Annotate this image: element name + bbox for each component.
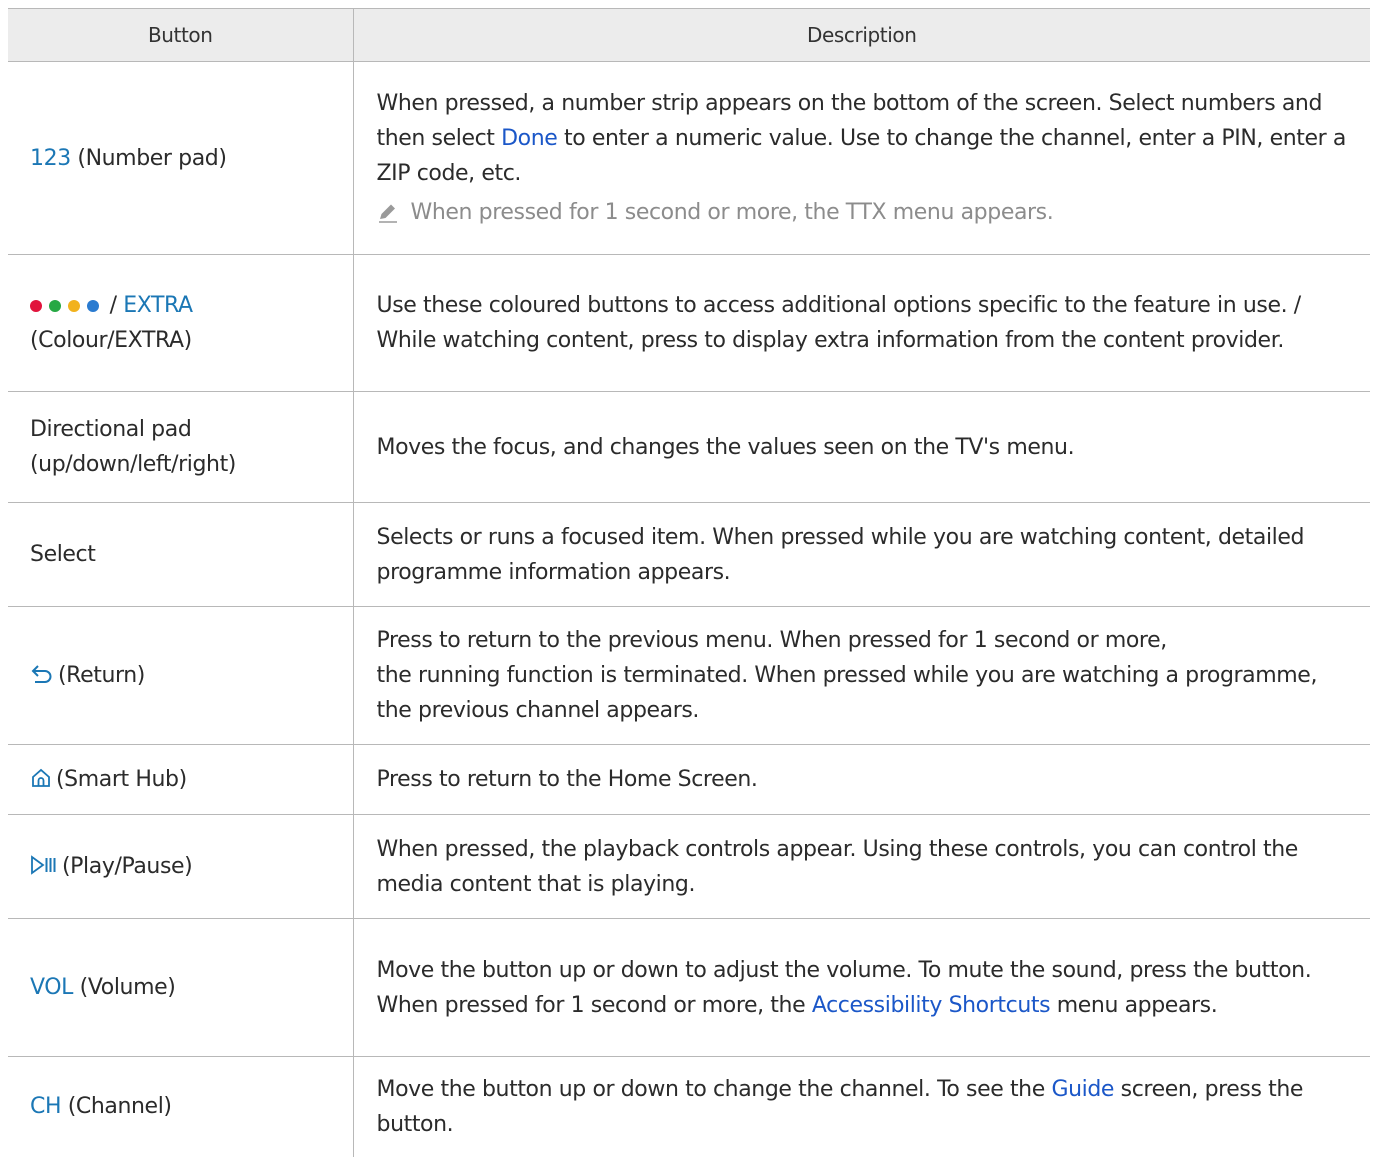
note: When pressed for 1 second or more, the T… [377, 195, 1351, 230]
done-link: Done [501, 126, 558, 151]
key-label: VOL [30, 975, 74, 1000]
button-cell: (Smart Hub) [8, 744, 354, 815]
description-cell: Move the button up or down to adjust the… [353, 918, 1370, 1057]
manual-page: Button Description 123 (Number pad) When… [0, 0, 1373, 1157]
button-cell: / EXTRA (Colour/EXTRA) [8, 254, 354, 392]
colour-dots [30, 300, 99, 312]
pencil-icon [378, 204, 397, 223]
button-cell: (Play/Pause) [8, 814, 354, 919]
button-cell: VOL (Volume) [8, 918, 354, 1057]
description-cell: Press to return to the previous menu. Wh… [353, 606, 1370, 745]
remote-buttons-table: Button Description 123 (Number pad) When… [8, 8, 1370, 1157]
key-name: (Number pad) [70, 145, 227, 171]
table-row: VOL (Volume) Move the button up or down … [8, 918, 1370, 1057]
note-text: When pressed for 1 second or more, the T… [410, 200, 1054, 225]
table-row: CH (Channel) Move the button up or down … [8, 1056, 1370, 1157]
table-row: Select Selects or runs a focused item. W… [8, 502, 1370, 607]
button-cell: Select [8, 502, 354, 607]
description-cell: Moves the focus, and changes the values … [353, 391, 1370, 503]
green-dot-icon [49, 300, 61, 312]
home-icon [32, 768, 50, 787]
play-pause-icon [31, 855, 56, 875]
guide-link: Guide [1051, 1076, 1115, 1102]
table-row: (Return) Press to return to the previous… [8, 606, 1370, 745]
description-cell: Selects or runs a focused item. When pre… [353, 502, 1370, 607]
table-row: Directional pad (up/down/left/right) Mov… [8, 391, 1370, 503]
red-dot-icon [30, 300, 42, 312]
description-text: When pressed, a number strip appears on … [376, 91, 1347, 186]
button-cell: Directional pad (up/down/left/right) [8, 391, 354, 503]
button-cell: CH (Channel) [8, 1056, 354, 1157]
yellow-dot-icon [68, 300, 80, 312]
table-row: (Smart Hub) Press to return to the Home … [8, 744, 1370, 815]
key-label: 123 [30, 145, 71, 171]
table-header-row: Button Description [8, 8, 1370, 62]
button-cell: (Return) [8, 606, 354, 745]
table-row: (Play/Pause) When pressed, the playback … [8, 814, 1370, 919]
description-cell: Use these coloured buttons to access add… [353, 254, 1370, 392]
key-name: (Channel) [61, 1094, 172, 1120]
table-row: / EXTRA (Colour/EXTRA) Use these coloure… [8, 254, 1370, 392]
key-label: EXTRA [123, 293, 193, 318]
header-description: Description [353, 8, 1370, 62]
key-name: (Smart Hub) [56, 767, 187, 792]
table-row: 123 (Number pad) When pressed, a number … [8, 61, 1370, 255]
description-cell: When pressed, a number strip appears on … [353, 61, 1370, 255]
description-cell: When pressed, the playback controls appe… [353, 814, 1370, 919]
key-label: CH [30, 1094, 62, 1120]
return-icon [31, 665, 52, 683]
button-cell: 123 (Number pad) [8, 61, 354, 255]
key-name: (up/down/left/right) [30, 452, 236, 477]
key-name: (Volume) [73, 975, 176, 1000]
accessibility-shortcuts-link: Accessibility Shortcuts [811, 992, 1051, 1018]
key-name: (Colour/EXTRA) [30, 328, 192, 353]
key-label: Directional pad [30, 417, 192, 442]
key-name: (Play/Pause) [62, 854, 193, 879]
key-name: (Return) [58, 663, 145, 688]
blue-dot-icon [87, 300, 99, 312]
header-button: Button [8, 8, 354, 62]
description-cell: Press to return to the Home Screen. [353, 744, 1370, 815]
description-cell: Move the button up or down to change the… [376, 1076, 1304, 1137]
